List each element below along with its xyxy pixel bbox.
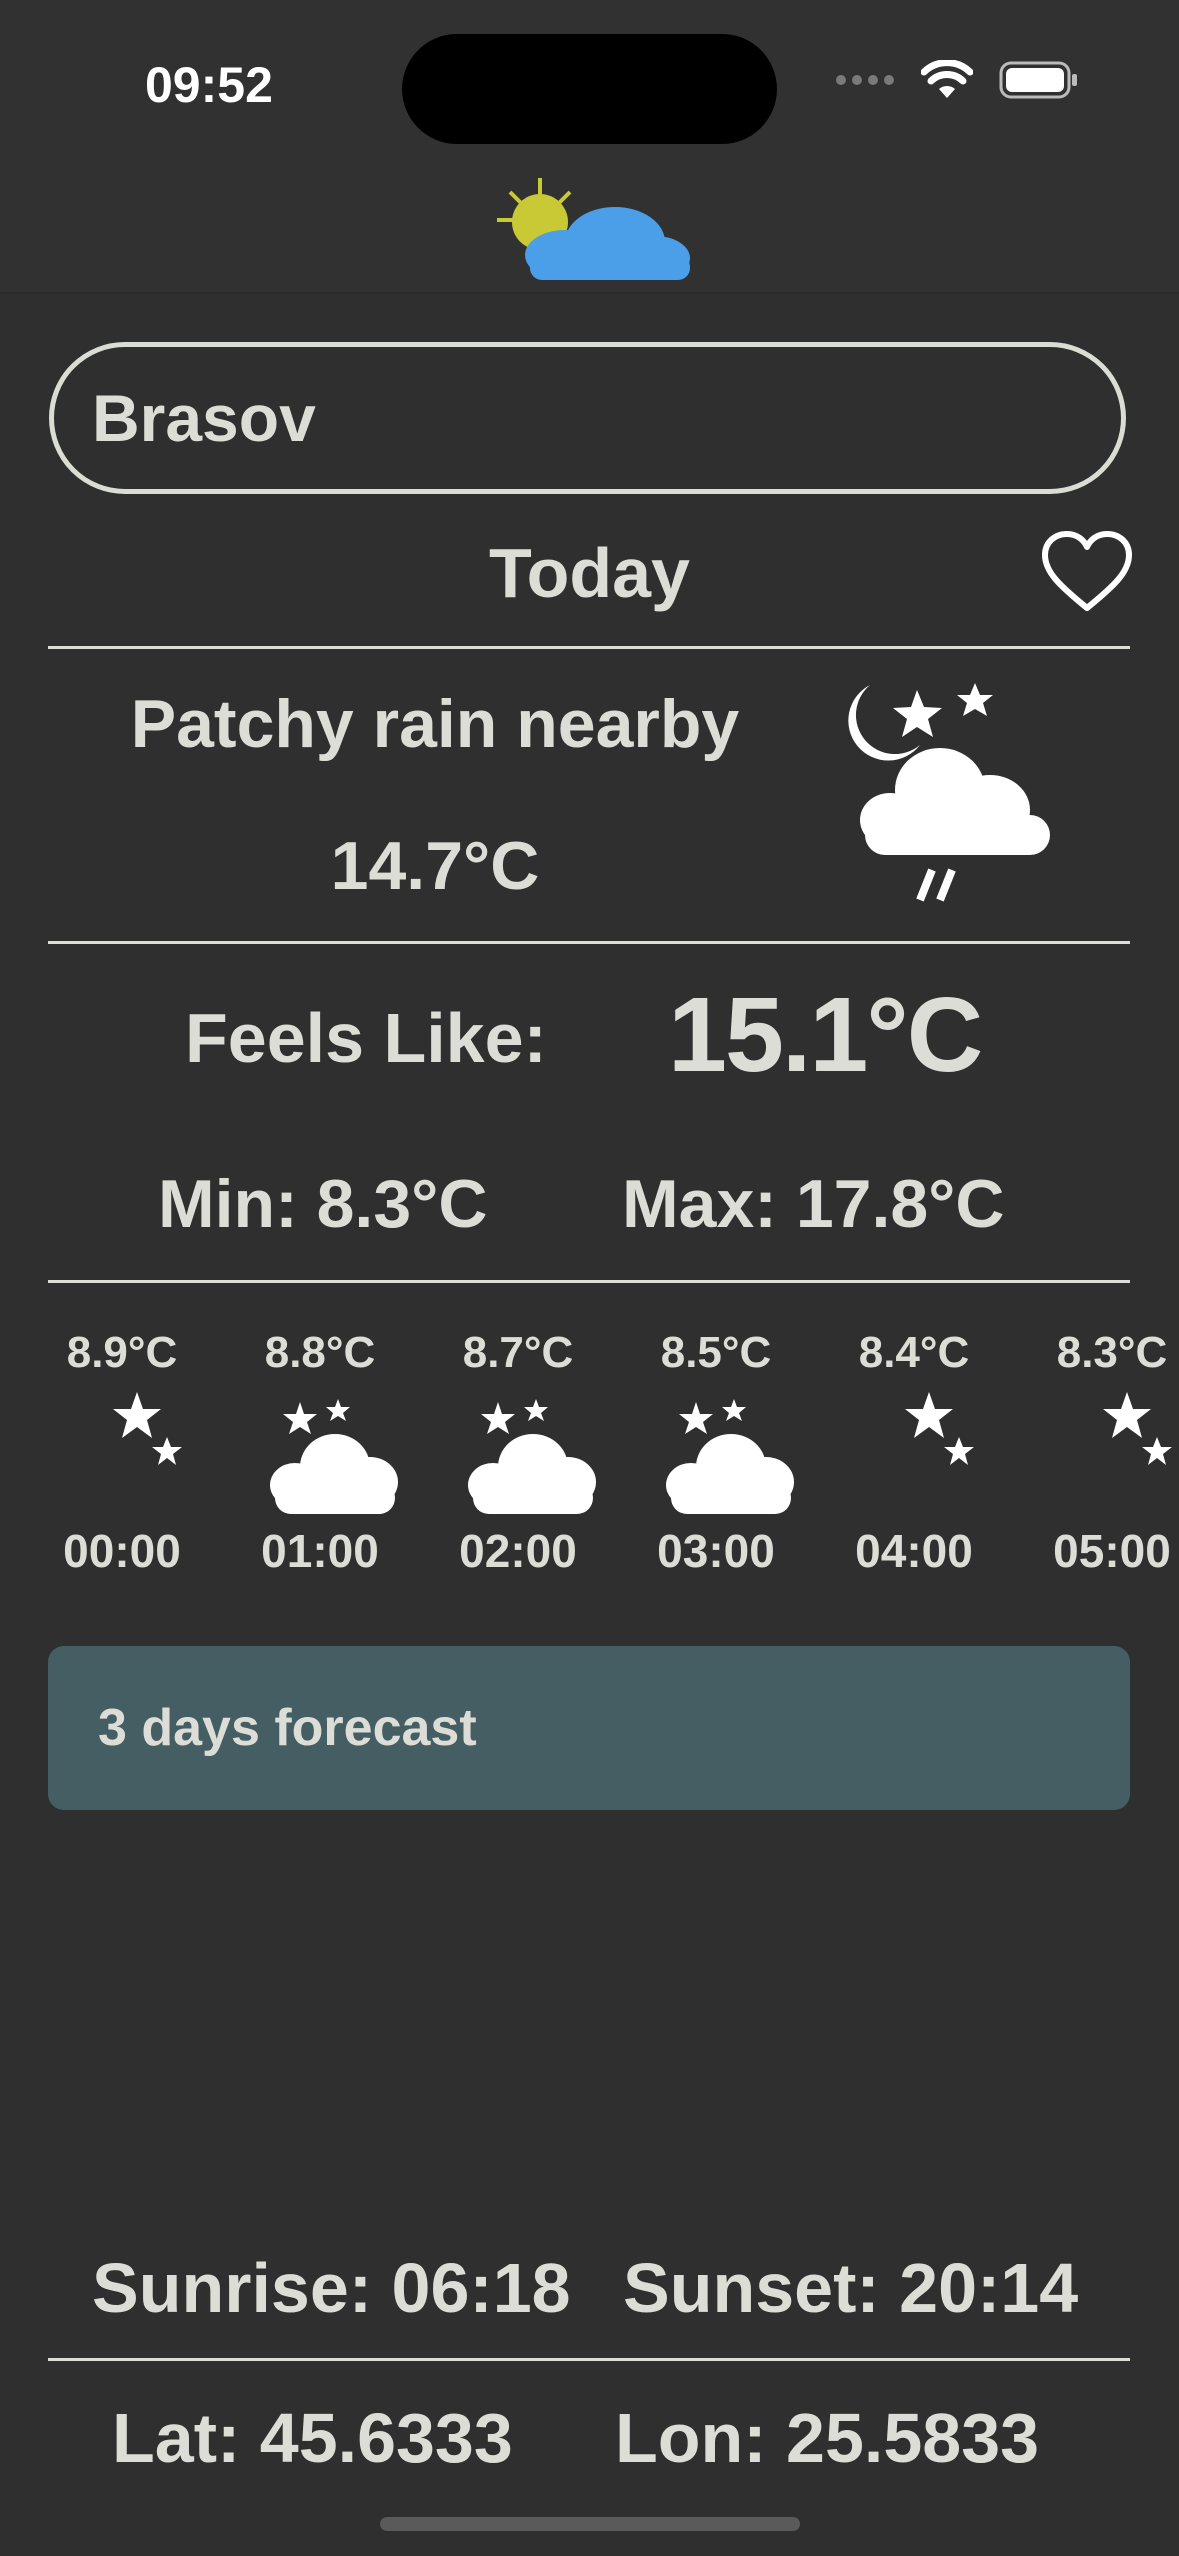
moon-cloud-icon — [225, 1382, 415, 1522]
feels-like-label: Feels Like: — [185, 999, 547, 1077]
hourly-item: 8.7°C 02:00 — [423, 1328, 613, 1578]
sun-cloud-moon-logo-icon — [485, 170, 700, 290]
battery-icon — [999, 60, 1079, 105]
hourly-time: 05:00 — [1053, 1525, 1171, 1577]
hourly-item: 8.8°C 01:00 — [225, 1328, 415, 1578]
hourly-temp: 8.9°C — [66, 1328, 178, 1377]
max-temperature: Max: 17.8°C — [622, 1166, 1005, 1242]
hourly-temp: 8.4°C — [858, 1328, 970, 1377]
city-search-input[interactable]: Brasov — [49, 342, 1126, 494]
sunrise-text: Sunrise: 06:18 — [92, 2249, 571, 2327]
three-day-forecast-button[interactable]: 3 days forecast — [48, 1646, 1130, 1810]
cellular-signal-icon — [835, 73, 895, 92]
hourly-temp: 8.5°C — [660, 1328, 772, 1377]
hourly-time: 04:00 — [855, 1525, 973, 1577]
status-time: 09:52 — [145, 57, 273, 113]
hourly-temp: 8.8°C — [264, 1328, 376, 1377]
favorite-heart-icon[interactable] — [1040, 530, 1134, 619]
hourly-temp: 8.7°C — [462, 1328, 574, 1377]
hourly-time: 01:00 — [261, 1525, 379, 1577]
longitude-text: Lon: 25.5833 — [615, 2399, 1040, 2477]
hourly-time: 02:00 — [459, 1525, 577, 1577]
latitude-text: Lat: 45.6333 — [112, 2399, 513, 2477]
min-temperature: Min: 8.3°C — [158, 1166, 488, 1242]
hourly-time: 03:00 — [657, 1525, 775, 1577]
moon-cloud-icon — [423, 1382, 613, 1522]
divider — [48, 646, 1130, 649]
home-indicator[interactable] — [380, 2517, 800, 2531]
moon-stars-icon — [1017, 1382, 1179, 1522]
hourly-temp: 8.3°C — [1056, 1328, 1168, 1377]
current-temperature: 14.7°C — [330, 828, 540, 904]
feels-like-value: 15.1°C — [668, 976, 983, 1094]
divider — [48, 1280, 1130, 1283]
wifi-icon — [920, 59, 974, 105]
night-cloud-rain-icon — [825, 680, 1055, 915]
divider — [48, 941, 1130, 944]
sunset-text: Sunset: 20:14 — [623, 2249, 1079, 2327]
hourly-time: 00:00 — [63, 1525, 181, 1577]
moon-stars-icon — [819, 1382, 1009, 1522]
hourly-item: 8.9°C 00:00 — [27, 1328, 217, 1578]
hourly-item: 8.4°C 04:00 — [819, 1328, 1009, 1578]
moon-stars-icon — [27, 1382, 217, 1522]
today-label: Today — [489, 534, 690, 612]
status-icons — [835, 59, 1079, 105]
hourly-item: 8.3°C 05:00 — [1017, 1328, 1179, 1578]
divider — [48, 2358, 1130, 2361]
dynamic-island — [402, 34, 777, 144]
moon-cloud-icon — [621, 1382, 811, 1522]
condition-text: Patchy rain nearby — [130, 686, 740, 762]
hourly-item: 8.5°C 03:00 — [621, 1328, 811, 1578]
